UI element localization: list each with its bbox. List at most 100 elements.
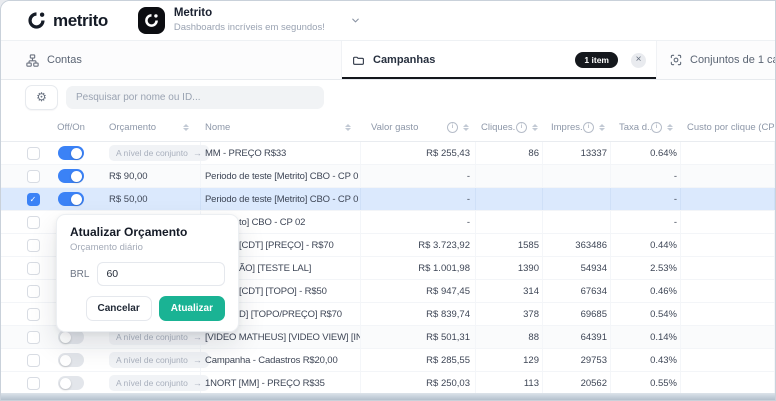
table-row: R$ 90,00Periodo de teste [Metrito] CBO -… [1,165,775,188]
impressions-cell: 67634 [543,280,611,302]
campaign-name: 1NORT [MM] - PREÇO R$35 [205,378,325,389]
col-header-label: Custo por clique (CPC) [687,122,775,133]
close-icon[interactable]: × [631,53,646,68]
impressions-cell [543,188,611,210]
row-checkbox[interactable] [27,308,40,321]
workspace-title: Metrito [174,7,325,21]
row-checkbox[interactable] [27,354,40,367]
toggle-knob [71,194,82,205]
table-row: ✓R$ 50,00Periodo de teste [Metrito] CBO … [1,188,775,211]
budget-input[interactable] [97,262,225,286]
workspace-subtitle: Dashboards incríveis em segundos! [174,22,325,33]
campaign-name: MM - PREÇO R$33 [205,148,286,159]
row-checkbox[interactable] [27,262,40,275]
row-toggle[interactable] [58,353,84,367]
toggle-knob [71,148,82,159]
set-level-badge[interactable]: A nível de conjunto→ [109,145,209,161]
tab-contas[interactable]: Contas [25,41,82,79]
col-header-label: Valor gasto [371,122,418,133]
horizontal-scrollbar[interactable] [1,393,775,400]
folder-icon [352,54,365,67]
col-header-valor-gasto[interactable]: Valor gasto i [361,114,476,141]
gear-icon: ⚙ [36,90,47,104]
clicks-cell [476,211,543,233]
sort-icon[interactable] [183,124,189,132]
cpc-cell [681,372,775,394]
ctr-cell: 0.46% [611,280,681,302]
popup-subtitle: Orçamento diário [70,242,225,253]
toggle-knob [71,171,82,182]
tab-conjuntos[interactable]: Conjuntos de 1 campan [669,41,776,79]
info-icon[interactable]: i [516,122,527,133]
app-header: metrito Metrito Dashboards incríveis em … [1,1,775,41]
row-checkbox[interactable]: ✓ [27,193,40,206]
sort-icon[interactable] [667,124,673,132]
ctr-cell: 0.44% [611,234,681,256]
row-toggle[interactable] [58,192,84,206]
cpc-cell [681,349,775,371]
info-icon[interactable]: i [447,122,458,133]
workspace-app-icon [138,7,165,34]
col-header-off-on: Off/On [47,114,95,141]
cancel-button[interactable]: Cancelar [86,296,152,321]
cpc-cell [681,303,775,325]
metrito-logo-icon [27,11,46,30]
adsets-scan-icon [669,53,683,67]
col-header-taxa[interactable]: Taxa d...i [611,114,681,141]
tab-campanhas-label: Campanhas [373,54,435,66]
ctr-cell: 0.43% [611,349,681,371]
col-header-nome[interactable]: Nome [201,114,361,141]
tab-campanhas[interactable]: Campanhas 1 item × [341,41,657,79]
search-input[interactable] [66,86,324,109]
col-header-select-all [19,114,47,141]
settings-button[interactable]: ⚙ [25,85,58,110]
sort-icon[interactable] [532,124,538,132]
row-toggle[interactable] [58,330,84,344]
spend-cell: - [361,211,476,233]
workspace-selector[interactable]: Metrito Dashboards incríveis em segundos… [138,7,361,34]
cpc-cell [681,326,775,348]
clicks-cell: 113 [476,372,543,394]
row-toggle[interactable] [58,146,84,160]
toggle-knob [60,332,71,343]
info-icon[interactable]: i [651,122,662,133]
clicks-cell: 1585 [476,234,543,256]
spend-cell: R$ 285,55 [361,349,476,371]
row-toggle[interactable] [58,169,84,183]
set-level-badge[interactable]: A nível de conjunto→ [109,352,209,368]
col-header-impressoes[interactable]: Impres...i [543,114,611,141]
info-icon[interactable]: i [583,122,594,133]
popup-title: Atualizar Orçamento [70,225,225,239]
sort-icon[interactable] [463,124,469,132]
set-level-badge[interactable]: A nível de conjunto→ [109,375,209,391]
row-checkbox[interactable] [27,377,40,390]
row-checkbox[interactable] [27,147,40,160]
ctr-cell: 0.54% [611,303,681,325]
sort-icon[interactable] [599,124,605,132]
impressions-cell: 54934 [543,257,611,279]
row-checkbox[interactable] [27,216,40,229]
row-checkbox[interactable] [27,239,40,252]
accounts-hierarchy-icon [25,53,40,68]
table-row: A nível de conjunto→1NORT [MM] - PREÇO R… [1,372,775,395]
budget-value[interactable]: R$ 90,00 [109,171,148,182]
item-count-badge: 1 item [575,52,618,68]
col-header-cliques[interactable]: Cliques...i [476,114,543,141]
cpc-cell [681,234,775,256]
update-button[interactable]: Atualizar [159,296,225,321]
col-header-label: Nome [205,122,230,133]
spend-cell: R$ 947,45 [361,280,476,302]
row-checkbox[interactable] [27,331,40,344]
sort-icon[interactable] [345,124,351,132]
clicks-cell: 1390 [476,257,543,279]
col-header-label: Impres... [551,122,583,133]
impressions-cell: 69685 [543,303,611,325]
col-header-orcamento[interactable]: Orçamento [95,114,201,141]
row-toggle[interactable] [58,376,84,390]
chevron-down-icon[interactable] [350,15,361,26]
budget-value[interactable]: R$ 50,00 [109,194,148,205]
row-checkbox[interactable] [27,170,40,183]
spend-cell: - [361,165,476,187]
row-checkbox[interactable] [27,285,40,298]
budget-input-row: BRL [70,262,225,286]
